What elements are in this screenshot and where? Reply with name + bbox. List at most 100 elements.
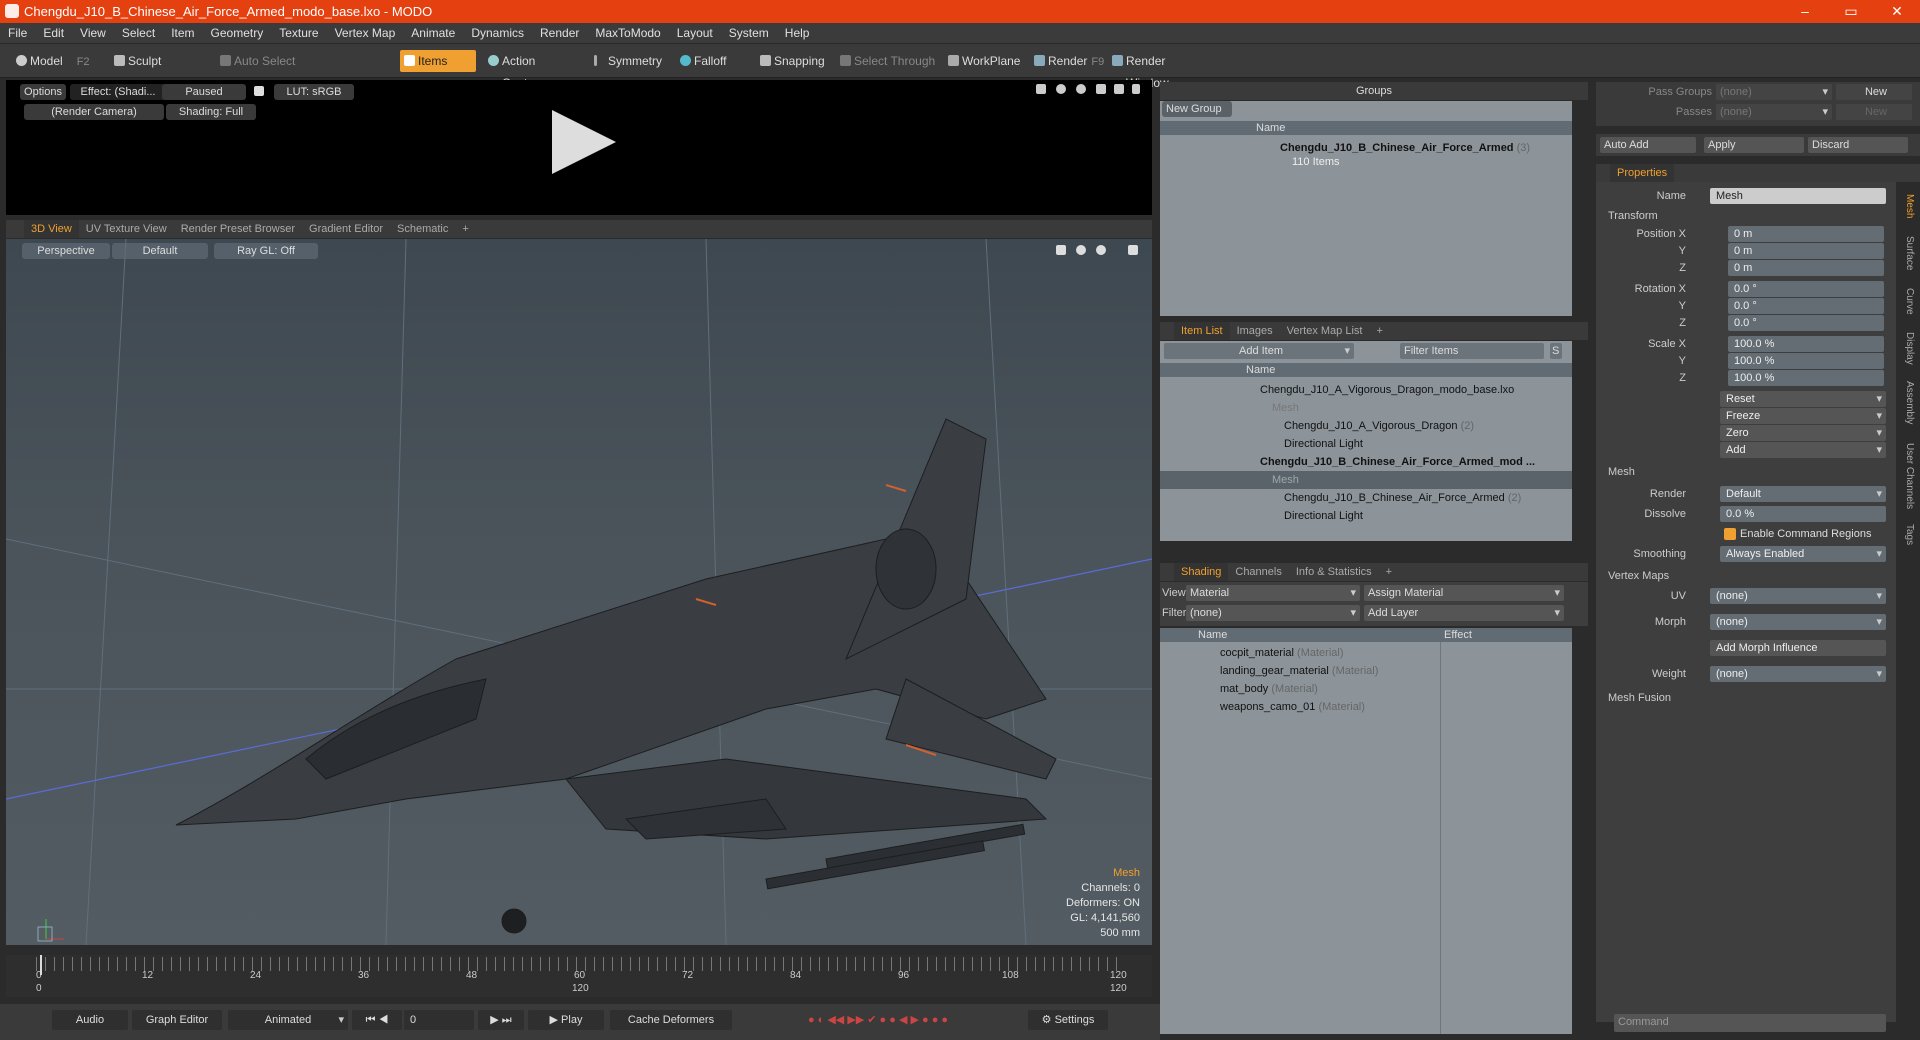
expand-arrow-icon[interactable] — [1132, 84, 1140, 94]
items-mode-button[interactable]: Items — [400, 50, 476, 72]
add-item-dropdown[interactable]: Add Item — [1164, 343, 1354, 359]
dissolve-field[interactable]: 0.0 % — [1720, 506, 1886, 522]
transport-forward-buttons[interactable]: ▶ ⏭ — [478, 1010, 524, 1030]
morph-dropdown[interactable]: (none) — [1710, 614, 1886, 630]
effect-dropdown[interactable]: Effect: (Shadi... — [70, 84, 166, 100]
command-input[interactable]: Command — [1614, 1014, 1886, 1032]
rotation-y-field[interactable]: 0.0 ° — [1728, 298, 1884, 314]
tab-3d-view[interactable]: 3D View — [24, 220, 79, 238]
paused-toggle[interactable]: Paused — [162, 84, 246, 100]
name-input[interactable]: Mesh — [1710, 188, 1886, 204]
graph-editor-button[interactable]: Graph Editor — [132, 1010, 222, 1030]
item-row-mesh-b[interactable]: Mesh — [1160, 471, 1572, 489]
add-morph-influence-button[interactable]: Add Morph Influence — [1710, 640, 1886, 656]
close-button[interactable]: ✕ — [1874, 0, 1920, 23]
side-tab-assembly[interactable]: Assembly — [1897, 376, 1915, 430]
select-through-button[interactable]: Select Through — [836, 50, 936, 72]
material-row-landing-gear[interactable]: landing_gear_material (Material) — [1220, 662, 1378, 680]
tab-item-list[interactable]: Item List — [1174, 322, 1230, 340]
position-z-field[interactable]: 0 m — [1728, 260, 1884, 276]
menu-texture[interactable]: Texture — [271, 23, 326, 44]
menu-geometry[interactable]: Geometry — [203, 23, 272, 44]
material-row-cockpit[interactable]: cocpit_material (Material) — [1220, 644, 1344, 662]
item-row-light-b[interactable]: Directional Light — [1284, 507, 1363, 525]
menu-render[interactable]: Render — [532, 23, 587, 44]
tab-gradient-editor[interactable]: Gradient Editor — [302, 220, 390, 238]
play-button[interactable]: ▶ Play — [528, 1010, 604, 1030]
menu-view[interactable]: View — [72, 23, 114, 44]
menu-system[interactable]: System — [721, 23, 777, 44]
scale-y-field[interactable]: 100.0 % — [1728, 353, 1884, 369]
minimize-button[interactable]: – — [1782, 0, 1828, 23]
menu-help[interactable]: Help — [777, 23, 818, 44]
lut-dropdown[interactable]: LUT: sRGB — [274, 84, 354, 100]
add-tab-button[interactable]: + — [455, 220, 475, 238]
render-dropdown[interactable]: Default — [1720, 486, 1886, 502]
item-row-light-a[interactable]: Directional Light — [1284, 435, 1363, 453]
model-mode-button[interactable]: Model F2 — [12, 50, 106, 72]
auto-select-button[interactable]: Auto Select — [216, 50, 300, 72]
settings-button[interactable]: ⚙ Settings — [1028, 1010, 1108, 1030]
menu-dynamics[interactable]: Dynamics — [463, 23, 532, 44]
cache-deformers-button[interactable]: Cache Deformers — [610, 1010, 732, 1030]
menu-vertex-map[interactable]: Vertex Map — [327, 23, 404, 44]
new-pass-button[interactable]: New — [1836, 104, 1912, 120]
snapping-button[interactable]: Snapping — [756, 50, 836, 72]
passes-dropdown[interactable]: (none) — [1716, 104, 1832, 120]
assign-material-dropdown[interactable]: Assign Material — [1364, 585, 1564, 601]
3d-viewport[interactable]: Perspective Default Ray GL: Off Mesh Cha… — [6, 239, 1152, 945]
filter-s-button[interactable]: S — [1550, 343, 1562, 359]
side-tab-surface[interactable]: Surface — [1897, 230, 1915, 276]
render-window-button[interactable]: Render Window — [1108, 50, 1208, 90]
symmetry-button[interactable]: Symmetry — [590, 50, 670, 72]
menu-layout[interactable]: Layout — [669, 23, 721, 44]
new-group-button[interactable]: New Group — [1162, 101, 1232, 117]
play-render-icon[interactable] — [552, 110, 616, 174]
apply-button[interactable]: Apply — [1704, 137, 1804, 153]
maximize-button[interactable]: ▭ — [1828, 0, 1874, 23]
menu-animate[interactable]: Animate — [403, 23, 463, 44]
tab-properties[interactable]: Properties — [1610, 164, 1675, 182]
tab-images[interactable]: Images — [1230, 322, 1280, 340]
render-camera-dropdown[interactable]: (Render Camera) — [24, 104, 164, 120]
side-tab-curve[interactable]: Curve — [1897, 282, 1915, 320]
item-row-scene-b[interactable]: Chengdu_J10_B_Chinese_Air_Force_Armed_mo… — [1260, 453, 1535, 471]
rotation-x-field[interactable]: 0.0 ° — [1728, 281, 1884, 297]
menu-file[interactable]: File — [0, 23, 35, 44]
transform-section[interactable]: Transform — [1608, 208, 1658, 224]
scale-x-field[interactable]: 100.0 % — [1728, 336, 1884, 352]
side-tab-mesh[interactable]: Mesh — [1897, 188, 1915, 224]
sculpt-mode-button[interactable]: Sculpt — [110, 50, 200, 72]
scale-z-field[interactable]: 100.0 % — [1728, 370, 1884, 386]
new-pass-group-button[interactable]: New — [1836, 84, 1912, 100]
material-row-body[interactable]: mat_body (Material) — [1220, 680, 1318, 698]
item-row-scene-a[interactable]: Chengdu_J10_A_Vigorous_Dragon_modo_base.… — [1260, 381, 1514, 399]
enable-command-regions-checkbox[interactable] — [1724, 528, 1736, 540]
animated-dropdown[interactable]: Animated — [228, 1010, 348, 1030]
options-button[interactable]: Options — [20, 84, 66, 100]
audio-button[interactable]: Audio — [52, 1010, 128, 1030]
material-row-weapons[interactable]: weapons_camo_01 (Material) — [1220, 698, 1365, 716]
lock-icon[interactable] — [254, 86, 264, 96]
filter-dropdown[interactable]: (none) — [1186, 605, 1360, 621]
auto-add-button[interactable]: Auto Add — [1600, 137, 1696, 153]
side-tab-user-channels[interactable]: User Channels — [1897, 436, 1915, 516]
tab-render-preset-browser[interactable]: Render Preset Browser — [174, 220, 302, 238]
add-layer-dropdown[interactable]: Add Layer — [1364, 605, 1564, 621]
tab-vertex-map-list[interactable]: Vertex Map List — [1280, 322, 1370, 340]
freeze-dropdown[interactable]: Freeze — [1720, 408, 1886, 424]
zero-dropdown[interactable]: Zero — [1720, 425, 1886, 441]
mesh-fusion-section[interactable]: Mesh Fusion — [1608, 690, 1671, 706]
mesh-section[interactable]: Mesh — [1608, 464, 1635, 480]
add-shading-tab[interactable]: + — [1379, 563, 1399, 581]
tab-uv-texture-view[interactable]: UV Texture View — [79, 220, 174, 238]
side-tab-tags[interactable]: Tags — [1897, 520, 1915, 550]
side-tab-display[interactable]: Display — [1897, 326, 1915, 370]
menu-maxtomodo[interactable]: MaxToModo — [587, 23, 668, 44]
timeline[interactable]: 0 12 24 36 48 60 72 84 96 108 120 0 120 … — [6, 955, 1152, 997]
vertex-maps-section[interactable]: Vertex Maps — [1608, 568, 1669, 584]
shading-dropdown[interactable]: Shading: Full — [166, 104, 256, 120]
filter-items-input[interactable]: Filter Items — [1400, 343, 1544, 359]
keyframe-tools[interactable]: ● ◐ ◀◀ ▶▶ ✔ ● ● ◀ ▶ ● ● ● — [738, 1010, 1018, 1030]
tab-info-statistics[interactable]: Info & Statistics — [1289, 563, 1379, 581]
